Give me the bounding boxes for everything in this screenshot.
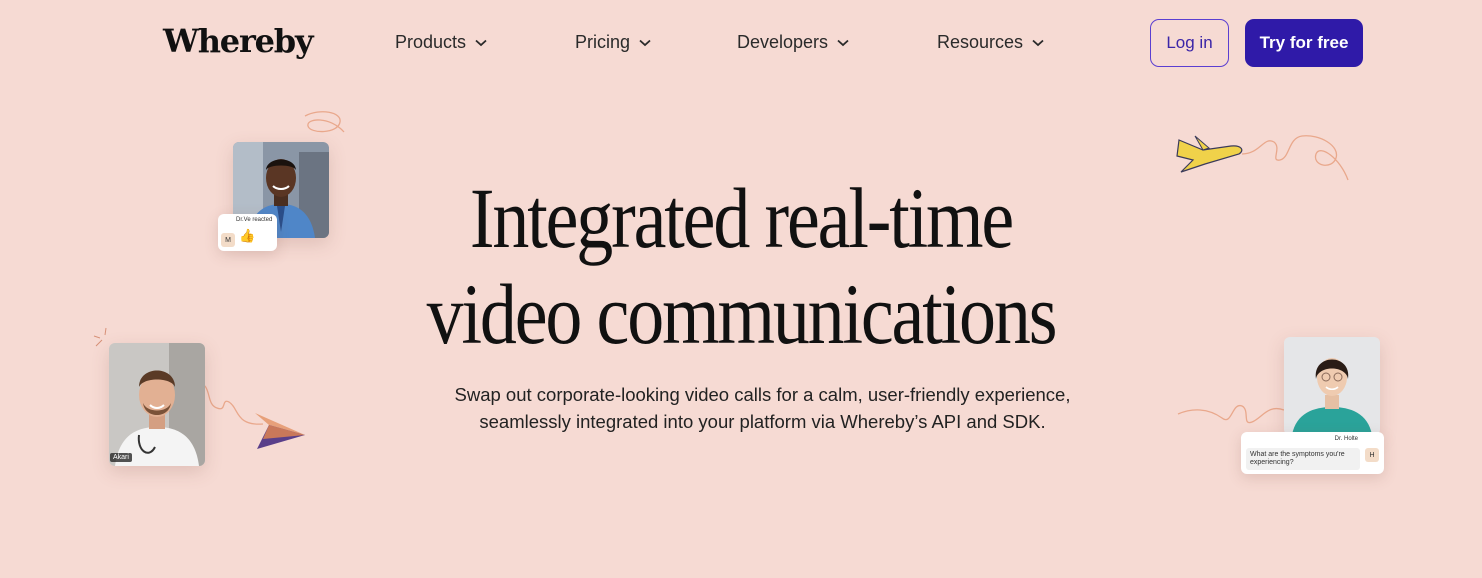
nav-resources-label: Resources bbox=[937, 32, 1024, 52]
airplane-icon bbox=[1176, 135, 1243, 173]
thumbs-up-icon: 👍 bbox=[239, 228, 256, 243]
nav-developers[interactable]: Developers bbox=[737, 32, 849, 53]
reaction-card-text: Dr.Ve reacted bbox=[236, 217, 273, 223]
participant-photo-right bbox=[1284, 337, 1380, 435]
chevron-down-icon bbox=[475, 39, 487, 46]
chevron-down-icon bbox=[639, 39, 651, 46]
nav-developers-label: Developers bbox=[737, 32, 829, 52]
chat-message-card: Dr. Holte What are the symptoms you're e… bbox=[1241, 432, 1384, 474]
chat-sender-badge: H bbox=[1365, 448, 1379, 462]
nav-products-label: Products bbox=[395, 32, 467, 52]
login-button[interactable]: Log in bbox=[1150, 19, 1229, 67]
squiggle-right-decoration bbox=[1241, 135, 1349, 181]
hero-title-line-2: video communications bbox=[426, 266, 1058, 362]
swirl-top-left-decoration bbox=[304, 111, 345, 133]
chat-message-text: What are the symptoms you're experiencin… bbox=[1246, 448, 1360, 470]
paper-plane-icon bbox=[255, 413, 305, 449]
nav-pricing[interactable]: Pricing bbox=[575, 32, 651, 53]
loop-right-decoration bbox=[1177, 405, 1285, 424]
reaction-card-badge: M bbox=[221, 233, 235, 247]
participant-name-tag: Akari bbox=[110, 453, 132, 462]
try-for-free-button[interactable]: Try for free bbox=[1245, 19, 1363, 67]
nav-products[interactable]: Products bbox=[395, 32, 487, 53]
chat-sender-name: Dr. Holte bbox=[1334, 436, 1358, 442]
whereby-logo[interactable]: Whereby bbox=[163, 22, 314, 60]
chevron-down-icon bbox=[837, 39, 849, 46]
chevron-down-icon bbox=[1032, 39, 1044, 46]
nav-resources[interactable]: Resources bbox=[937, 32, 1044, 53]
nav-pricing-label: Pricing bbox=[575, 32, 631, 52]
reaction-card: Dr.Ve reacted M 👍 bbox=[218, 214, 277, 251]
participant-photo-left bbox=[109, 343, 205, 466]
